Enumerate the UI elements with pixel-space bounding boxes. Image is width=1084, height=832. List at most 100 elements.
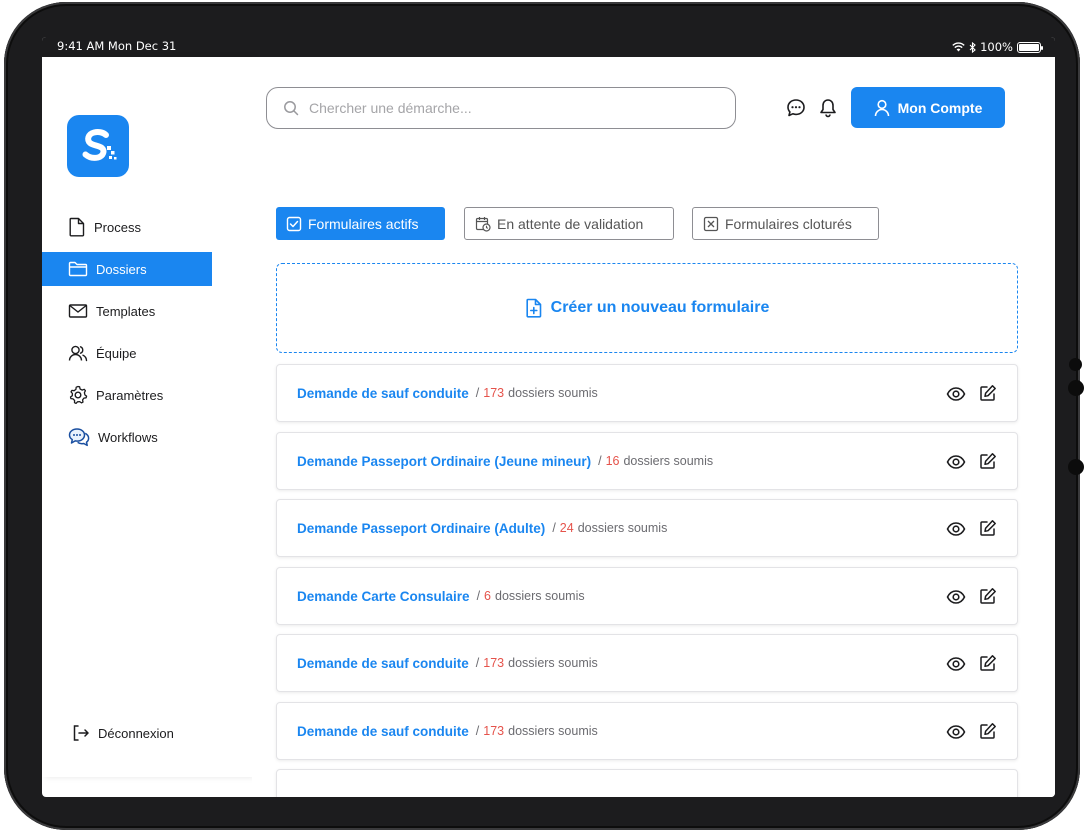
- form-separator: /: [552, 521, 556, 535]
- form-row: Demande de sauf conduite / 173 dossiers …: [276, 364, 1018, 422]
- form-title[interactable]: Demande de sauf conduite: [297, 724, 469, 739]
- form-count: 6: [484, 589, 491, 603]
- form-separator: /: [476, 589, 481, 603]
- camera-dot: [1069, 358, 1082, 371]
- form-count: 173: [483, 656, 505, 670]
- tab-label: En attente de validation: [497, 215, 644, 232]
- sidebar-item-dossiers[interactable]: Dossiers: [42, 252, 212, 286]
- eye-icon: [946, 725, 966, 739]
- form-count-suffix: dossiers soumis: [577, 521, 668, 535]
- form-row: Demande Passeport Ordinaire (Jeune mineu…: [276, 432, 1018, 490]
- search-input[interactable]: [309, 100, 709, 116]
- logout-label: Déconnexion: [98, 725, 174, 741]
- form-separator: /: [475, 656, 480, 670]
- create-form-label: Créer un nouveau formulaire: [550, 299, 770, 316]
- form-count-suffix: dossiers soumis: [623, 454, 714, 468]
- edit-button[interactable]: [979, 722, 997, 742]
- edit-button[interactable]: [979, 587, 997, 607]
- form-count: 24: [559, 521, 574, 535]
- app-logo[interactable]: [67, 115, 129, 177]
- form-row: Demande Carte Consulaire / 6 dossiers so…: [276, 567, 1018, 625]
- file-plus-icon: [526, 298, 541, 318]
- messages-button[interactable]: [786, 98, 806, 123]
- calendar-clock-icon: [475, 216, 491, 232]
- form-count-suffix: dossiers soumis: [508, 386, 598, 400]
- battery-percent: 100%: [980, 40, 1013, 54]
- edit-button[interactable]: [979, 384, 997, 404]
- edit-icon: [980, 453, 996, 469]
- form-row: Demande de sauf conduite / 173 dossiers …: [276, 634, 1018, 692]
- eye-icon: [946, 387, 966, 401]
- folder-icon: [68, 261, 88, 277]
- eye-icon: [946, 522, 966, 536]
- view-button[interactable]: [946, 587, 966, 607]
- sidebar-item-templates[interactable]: Templates: [42, 294, 212, 328]
- edit-button[interactable]: [979, 519, 997, 539]
- user-icon: [874, 99, 889, 116]
- form-row-partial: [276, 769, 1018, 797]
- form-separator: /: [598, 454, 602, 468]
- view-button[interactable]: [946, 654, 966, 674]
- notifications-button[interactable]: [819, 98, 837, 123]
- sidebar-item-label: Templates: [96, 303, 156, 319]
- sidebar-item-label: Paramètres: [96, 387, 164, 403]
- status-time: 9:41 AM Mon Dec 31: [57, 39, 177, 53]
- form-title[interactable]: Demande Passeport Ordinaire (Jeune mineu…: [297, 454, 591, 469]
- edit-icon: [980, 385, 996, 401]
- form-title[interactable]: Demande de sauf conduite: [297, 656, 469, 671]
- search-icon: [284, 101, 299, 116]
- status-bar: 9:41 AM Mon Dec 31 100%: [42, 37, 1055, 57]
- sidebar-item-label: Process: [94, 219, 141, 235]
- wifi-icon: [952, 42, 965, 52]
- edit-button[interactable]: [979, 654, 997, 674]
- logout-button[interactable]: Déconnexion: [72, 724, 174, 742]
- logo-s-icon: [82, 129, 117, 161]
- view-button[interactable]: [946, 452, 966, 472]
- eye-icon: [946, 657, 966, 671]
- edit-icon: [980, 723, 996, 739]
- logout-icon: [73, 725, 89, 741]
- tab-formulaires-actifs[interactable]: Formulaires actifs: [276, 207, 445, 240]
- create-form-button[interactable]: Créer un nouveau formulaire: [276, 263, 1018, 353]
- tab-formulaires-clotures[interactable]: Formulaires cloturés: [692, 207, 879, 240]
- tablet-frame: 9:41 AM Mon Dec 31 100% Process Dossiers…: [4, 2, 1084, 830]
- tab-en-attente[interactable]: En attente de validation: [464, 207, 674, 240]
- edit-icon: [980, 520, 996, 536]
- bluetooth-icon: [969, 41, 976, 53]
- tab-label: Formulaires actifs: [308, 215, 419, 232]
- view-button[interactable]: [946, 722, 966, 742]
- edit-button[interactable]: [979, 452, 997, 472]
- form-row: Demande de sauf conduite / 173 dossiers …: [276, 702, 1018, 760]
- sidebar-item-process[interactable]: Process: [42, 210, 212, 244]
- eye-icon: [946, 455, 966, 469]
- screen: 9:41 AM Mon Dec 31 100% Process Dossiers…: [42, 37, 1055, 797]
- sidebar-item-label: Workflows: [98, 429, 158, 445]
- view-button[interactable]: [946, 384, 966, 404]
- form-count-suffix: dossiers soumis: [495, 589, 585, 603]
- account-label: Mon Compte: [897, 99, 983, 116]
- sidebar-item-workflows[interactable]: Workflows: [42, 420, 212, 454]
- sidebar-item-parametres[interactable]: Paramètres: [42, 378, 212, 412]
- sidebar-item-label: Équipe: [96, 345, 137, 361]
- form-count: 16: [605, 454, 620, 468]
- form-count: 173: [483, 386, 505, 400]
- chat-bubbles-icon: [68, 428, 90, 447]
- form-row: Demande Passeport Ordinaire (Adulte) / 2…: [276, 499, 1018, 557]
- form-title[interactable]: Demande Carte Consulaire: [297, 589, 470, 604]
- form-count: 173: [483, 724, 505, 738]
- form-title[interactable]: Demande de sauf conduite: [297, 386, 469, 401]
- account-button[interactable]: Mon Compte: [851, 87, 1005, 128]
- mail-icon: [68, 304, 88, 318]
- search-box[interactable]: [266, 87, 736, 129]
- form-separator: /: [475, 386, 480, 400]
- document-icon: [69, 217, 85, 237]
- sidebar-item-equipe[interactable]: Équipe: [42, 336, 212, 370]
- status-indicators: 100%: [952, 40, 1043, 54]
- form-title[interactable]: Demande Passeport Ordinaire (Adulte): [297, 521, 545, 536]
- sidebar: Process Dossiers Templates Équipe Paramè…: [42, 57, 252, 777]
- form-count-suffix: dossiers soumis: [508, 656, 598, 670]
- eye-icon: [946, 590, 966, 604]
- edit-icon: [980, 655, 996, 671]
- form-separator: /: [475, 724, 480, 738]
- view-button[interactable]: [946, 519, 966, 539]
